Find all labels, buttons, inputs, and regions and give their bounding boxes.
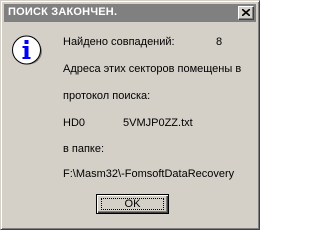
address-info-line-1: Адреса этих секторов помещены в [63, 63, 242, 75]
ok-button[interactable]: OK [96, 194, 169, 214]
drive-label: HD0 [63, 117, 86, 129]
folder-path: F:\Masm32\-FomsoftDataRecovery [63, 168, 235, 180]
found-count-label: Найдено совпадений: [63, 36, 175, 48]
title-bar[interactable]: ПОИСК ЗАКОНЧЕН. [4, 4, 256, 22]
close-icon [242, 9, 250, 16]
folder-label: в папке: [63, 143, 105, 155]
ok-button-label: OK [101, 198, 164, 210]
info-icon [12, 35, 42, 65]
close-button[interactable] [238, 6, 254, 20]
found-count-value: 8 [216, 36, 223, 48]
log-file-name: 5VMJP0ZZ.txt [123, 117, 193, 129]
window-title: ПОИСК ЗАКОНЧЕН. [8, 6, 118, 18]
address-info-line-2: протокол поиска: [63, 90, 151, 102]
search-finished-dialog: ПОИСК ЗАКОНЧЕН. Найдено совпадений: 8 Ад… [0, 0, 260, 230]
